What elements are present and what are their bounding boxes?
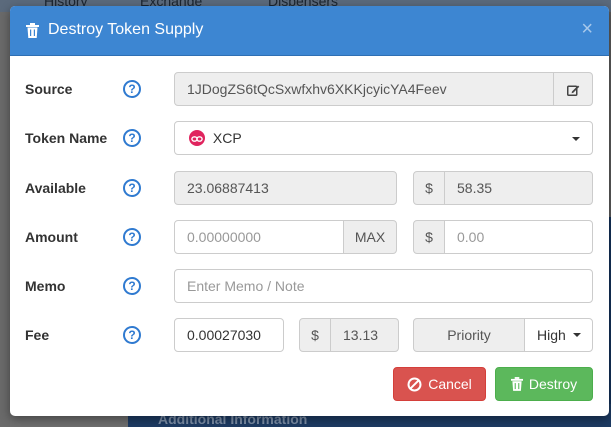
source-label: Source	[25, 81, 73, 97]
fee-row: Fee ? 0.00027030 $ 13.13 Priority High	[10, 318, 609, 352]
chevron-down-icon	[572, 137, 580, 141]
priority-dropdown[interactable]: High	[524, 318, 593, 352]
chevron-down-icon	[572, 333, 581, 338]
max-button[interactable]: MAX	[343, 220, 397, 254]
xcp-token-icon	[189, 130, 205, 147]
help-icon[interactable]: ?	[123, 228, 141, 246]
fee-label: Fee	[25, 327, 50, 343]
amount-usd-input[interactable]: 0.00	[444, 220, 593, 254]
cancel-button[interactable]: Cancel	[393, 367, 486, 401]
source-row: Source ? 1JDogZS6tQcSxwfxhv6XKKjcyicYA4F…	[10, 72, 609, 106]
memo-input[interactable]: Enter Memo / Note	[174, 269, 593, 303]
token-select-value: XCP	[212, 130, 242, 146]
memo-label: Memo	[25, 278, 66, 294]
usd-addon: $	[413, 171, 445, 205]
fee-usd-field: 13.13	[330, 318, 399, 352]
priority-value: High	[537, 327, 566, 343]
fee-input[interactable]: 0.00027030	[174, 318, 284, 352]
help-icon[interactable]: ?	[123, 80, 141, 98]
token-name-label: Token Name	[25, 130, 108, 146]
help-icon[interactable]: ?	[123, 179, 141, 197]
available-label: Available	[25, 180, 86, 196]
modal-title: Destroy Token Supply	[26, 21, 203, 39]
amount-label: Amount	[25, 229, 78, 245]
usd-addon: $	[299, 318, 331, 352]
close-icon[interactable]: ×	[581, 19, 593, 39]
background-left	[0, 12, 10, 427]
token-name-row: Token Name ? XCP	[10, 121, 609, 155]
destroy-button-label: Destroy	[528, 376, 578, 392]
trash-icon	[510, 377, 523, 391]
edit-icon	[566, 85, 579, 97]
ban-icon	[407, 377, 422, 391]
modal-header: Destroy Token Supply ×	[10, 6, 609, 56]
help-icon[interactable]: ?	[123, 129, 141, 147]
available-field: 23.06887413	[174, 171, 397, 205]
destroy-button[interactable]: Destroy	[495, 367, 593, 401]
available-row: Available ? 23.06887413 $ 58.35	[10, 171, 609, 205]
edit-source-button[interactable]	[553, 72, 593, 106]
help-icon[interactable]: ?	[123, 277, 141, 295]
source-field: 1JDogZS6tQcSxwfxhv6XKKjcyicYA4Feev	[174, 72, 554, 106]
available-usd-field: 58.35	[444, 171, 593, 205]
amount-input[interactable]: 0.00000000	[174, 220, 344, 254]
memo-row: Memo ? Enter Memo / Note	[10, 269, 609, 303]
trash-icon	[26, 22, 39, 38]
cancel-button-label: Cancel	[428, 376, 472, 392]
help-icon[interactable]: ?	[123, 326, 141, 344]
token-select[interactable]: XCP	[174, 121, 593, 155]
usd-addon: $	[413, 220, 445, 254]
amount-row: Amount ? 0.00000000 MAX $ 0.00	[10, 220, 609, 254]
priority-addon: Priority	[413, 318, 525, 352]
modal-title-text: Destroy Token Supply	[48, 21, 204, 38]
destroy-supply-modal: Destroy Token Supply × Source ? 1JDogZS6…	[10, 6, 609, 416]
